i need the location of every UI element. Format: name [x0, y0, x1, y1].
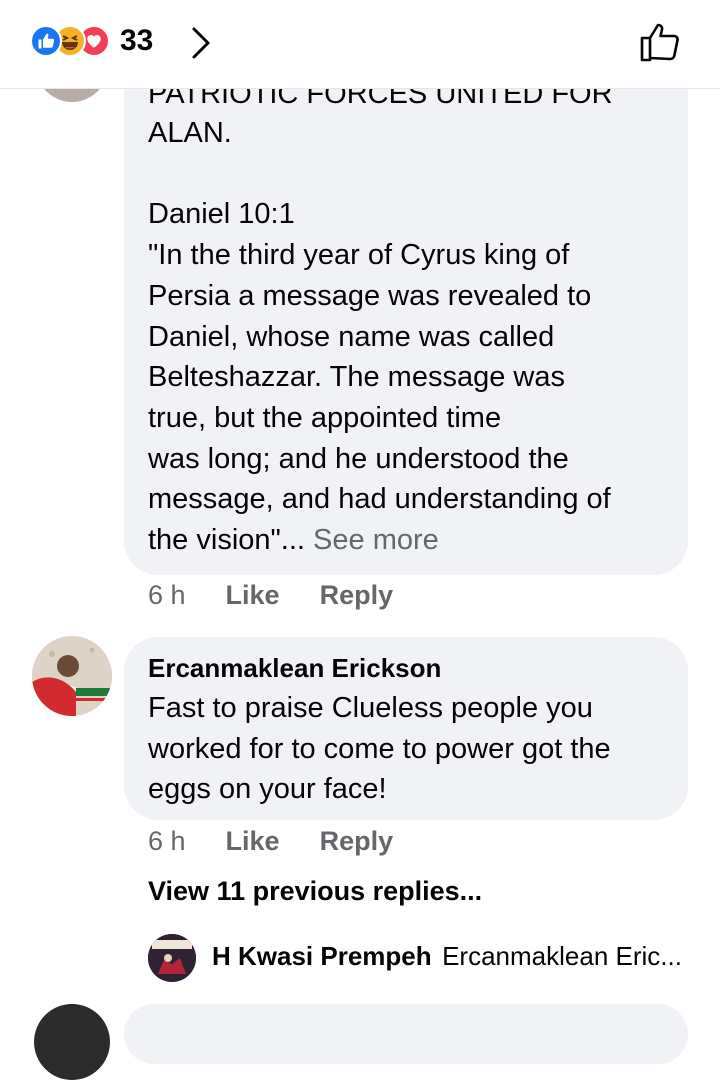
reply-button[interactable]: Reply	[320, 826, 394, 857]
like-button[interactable]: Like	[226, 580, 280, 611]
reply-preview-text: Ercanmaklean Eric...	[442, 941, 682, 971]
reactions-summary[interactable]: 33	[30, 24, 153, 58]
reaction-count: 33	[120, 24, 154, 57]
comment-text: Fast to praise Clueless people you worke…	[148, 692, 611, 806]
comment-body: ALAN. Daniel 10:1 "In the third year of …	[148, 117, 611, 557]
comment-actions: 6 h Like Reply	[148, 826, 393, 857]
see-more-link[interactable]: See more	[313, 524, 439, 556]
commenter-avatar[interactable]	[32, 636, 112, 716]
like-button[interactable]: Like	[226, 826, 280, 857]
comment-bubble: Ercanmaklean Erickson Fast to praise Clu…	[124, 637, 688, 820]
reactions-header: 33	[0, 0, 720, 89]
reply-author: H Kwasi Prempeh	[212, 941, 432, 971]
chevron-right-icon[interactable]	[190, 26, 212, 60]
comment-actions: 6 h Like Reply	[148, 580, 393, 611]
like-reaction-icon	[30, 25, 62, 57]
comment-text: ALAN. Daniel 10:1 "In the third year of …	[148, 113, 688, 561]
commenter-avatar[interactable]	[34, 1004, 110, 1080]
comment-bubble: PATRIOTIC FORCES UNITED FOR ALAN. Daniel…	[124, 40, 688, 575]
reply-author-avatar[interactable]	[148, 934, 196, 982]
comment-timestamp: 6 h	[148, 580, 186, 610]
comment-author[interactable]: Ercanmaklean Erickson	[148, 653, 441, 684]
reply-button[interactable]: Reply	[320, 580, 394, 611]
comment-timestamp: 6 h	[148, 826, 186, 856]
avatar-image	[32, 636, 112, 716]
comment-bubble	[124, 1004, 688, 1064]
avatar-image	[148, 934, 196, 982]
latest-reply-preview[interactable]: H Kwasi Prempeh Ercanmaklean Eric...	[212, 941, 682, 972]
view-previous-replies-link[interactable]: View 11 previous replies...	[148, 876, 482, 907]
like-thumb-icon[interactable]	[638, 20, 682, 64]
